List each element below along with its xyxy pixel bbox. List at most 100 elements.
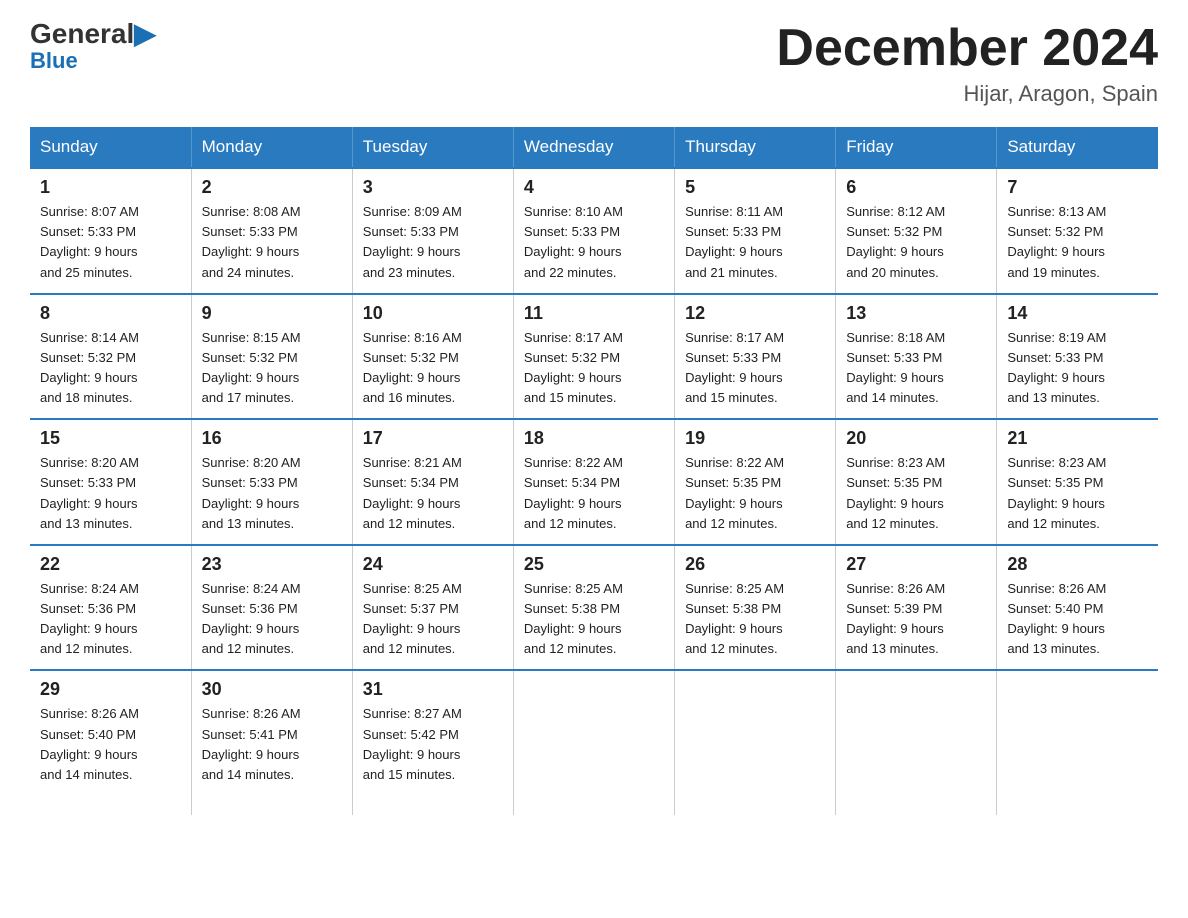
day-number: 24	[363, 554, 503, 575]
day-number: 6	[846, 177, 986, 198]
day-number: 22	[40, 554, 181, 575]
day-number: 30	[202, 679, 342, 700]
calendar-week-2: 8 Sunrise: 8:14 AMSunset: 5:32 PMDaylight…	[30, 294, 1158, 420]
day-info: Sunrise: 8:23 AMSunset: 5:35 PMDaylight:…	[1007, 453, 1148, 534]
day-info: Sunrise: 8:27 AMSunset: 5:42 PMDaylight:…	[363, 704, 503, 785]
day-info: Sunrise: 8:23 AMSunset: 5:35 PMDaylight:…	[846, 453, 986, 534]
day-info: Sunrise: 8:20 AMSunset: 5:33 PMDaylight:…	[40, 453, 181, 534]
calendar-cell: 21 Sunrise: 8:23 AMSunset: 5:35 PMDayligh…	[997, 419, 1158, 545]
day-info: Sunrise: 8:17 AMSunset: 5:32 PMDaylight:…	[524, 328, 664, 409]
day-number: 4	[524, 177, 664, 198]
weekday-header-row: SundayMondayTuesdayWednesdayThursdayFrid…	[30, 127, 1158, 168]
weekday-header-tuesday: Tuesday	[352, 127, 513, 168]
calendar-cell: 7 Sunrise: 8:13 AMSunset: 5:32 PMDaylight…	[997, 168, 1158, 294]
calendar-cell	[513, 670, 674, 815]
calendar-cell: 28 Sunrise: 8:26 AMSunset: 5:40 PMDayligh…	[997, 545, 1158, 671]
weekday-header-friday: Friday	[836, 127, 997, 168]
calendar-cell: 10Sunrise: 8:16 AMSunset: 5:32 PMDayligh…	[352, 294, 513, 420]
day-number: 2	[202, 177, 342, 198]
logo-general: General▶	[30, 20, 156, 48]
title-section: December 2024 Hijar, Aragon, Spain	[776, 20, 1158, 107]
day-number: 23	[202, 554, 342, 575]
calendar-cell: 22 Sunrise: 8:24 AMSunset: 5:36 PMDayligh…	[30, 545, 191, 671]
day-info: Sunrise: 8:26 AMSunset: 5:40 PMDaylight:…	[1007, 579, 1148, 660]
day-info: Sunrise: 8:25 AMSunset: 5:38 PMDaylight:…	[524, 579, 664, 660]
day-number: 20	[846, 428, 986, 449]
day-number: 18	[524, 428, 664, 449]
day-info: Sunrise: 8:12 AMSunset: 5:32 PMDaylight:…	[846, 202, 986, 283]
calendar-cell: 6 Sunrise: 8:12 AMSunset: 5:32 PMDaylight…	[836, 168, 997, 294]
calendar-cell: 14Sunrise: 8:19 AMSunset: 5:33 PMDayligh…	[997, 294, 1158, 420]
logo-blue: Blue	[30, 48, 78, 74]
weekday-header-sunday: Sunday	[30, 127, 191, 168]
day-info: Sunrise: 8:21 AMSunset: 5:34 PMDaylight:…	[363, 453, 503, 534]
day-number: 16	[202, 428, 342, 449]
calendar-cell	[997, 670, 1158, 815]
day-number: 15	[40, 428, 181, 449]
day-number: 27	[846, 554, 986, 575]
day-info: Sunrise: 8:11 AMSunset: 5:33 PMDaylight:…	[685, 202, 825, 283]
calendar-cell: 16Sunrise: 8:20 AMSunset: 5:33 PMDayligh…	[191, 419, 352, 545]
calendar-cell: 9Sunrise: 8:15 AMSunset: 5:32 PMDaylight…	[191, 294, 352, 420]
calendar-cell: 2 Sunrise: 8:08 AMSunset: 5:33 PMDaylight…	[191, 168, 352, 294]
day-info: Sunrise: 8:10 AMSunset: 5:33 PMDaylight:…	[524, 202, 664, 283]
day-number: 26	[685, 554, 825, 575]
day-info: Sunrise: 8:17 AMSunset: 5:33 PMDaylight:…	[685, 328, 825, 409]
day-info: Sunrise: 8:26 AMSunset: 5:39 PMDaylight:…	[846, 579, 986, 660]
day-info: Sunrise: 8:16 AMSunset: 5:32 PMDaylight:…	[363, 328, 503, 409]
calendar-cell: 15 Sunrise: 8:20 AMSunset: 5:33 PMDayligh…	[30, 419, 191, 545]
day-number: 14	[1007, 303, 1148, 324]
day-info: Sunrise: 8:18 AMSunset: 5:33 PMDaylight:…	[846, 328, 986, 409]
calendar-cell: 11 Sunrise: 8:17 AMSunset: 5:32 PMDayligh…	[513, 294, 674, 420]
calendar-cell: 4 Sunrise: 8:10 AMSunset: 5:33 PMDaylight…	[513, 168, 674, 294]
weekday-header-monday: Monday	[191, 127, 352, 168]
calendar-cell	[836, 670, 997, 815]
calendar-cell: 19Sunrise: 8:22 AMSunset: 5:35 PMDayligh…	[675, 419, 836, 545]
day-number: 31	[363, 679, 503, 700]
weekday-header-saturday: Saturday	[997, 127, 1158, 168]
calendar-cell: 1 Sunrise: 8:07 AMSunset: 5:33 PMDaylight…	[30, 168, 191, 294]
calendar-cell: 29 Sunrise: 8:26 AMSunset: 5:40 PMDayligh…	[30, 670, 191, 815]
calendar-cell: 20 Sunrise: 8:23 AMSunset: 5:35 PMDayligh…	[836, 419, 997, 545]
calendar-cell: 12 Sunrise: 8:17 AMSunset: 5:33 PMDayligh…	[675, 294, 836, 420]
day-info: Sunrise: 8:09 AMSunset: 5:33 PMDaylight:…	[363, 202, 503, 283]
calendar-cell: 13 Sunrise: 8:18 AMSunset: 5:33 PMDayligh…	[836, 294, 997, 420]
day-info: Sunrise: 8:26 AMSunset: 5:40 PMDaylight:…	[40, 704, 181, 785]
day-info: Sunrise: 8:24 AMSunset: 5:36 PMDaylight:…	[202, 579, 342, 660]
month-title: December 2024	[776, 20, 1158, 77]
calendar-cell: 27 Sunrise: 8:26 AMSunset: 5:39 PMDayligh…	[836, 545, 997, 671]
day-number: 8	[40, 303, 181, 324]
day-number: 25	[524, 554, 664, 575]
day-number: 21	[1007, 428, 1148, 449]
day-number: 19	[685, 428, 825, 449]
day-info: Sunrise: 8:22 AMSunset: 5:34 PMDaylight:…	[524, 453, 664, 534]
day-number: 1	[40, 177, 181, 198]
calendar-cell: 18 Sunrise: 8:22 AMSunset: 5:34 PMDayligh…	[513, 419, 674, 545]
logo-arrow: ▶	[134, 18, 156, 49]
day-info: Sunrise: 8:08 AMSunset: 5:33 PMDaylight:…	[202, 202, 342, 283]
day-number: 7	[1007, 177, 1148, 198]
day-info: Sunrise: 8:14 AMSunset: 5:32 PMDaylight:…	[40, 328, 181, 409]
weekday-header-thursday: Thursday	[675, 127, 836, 168]
calendar-cell: 25 Sunrise: 8:25 AMSunset: 5:38 PMDayligh…	[513, 545, 674, 671]
calendar-cell: 3Sunrise: 8:09 AMSunset: 5:33 PMDaylight…	[352, 168, 513, 294]
calendar-table: SundayMondayTuesdayWednesdayThursdayFrid…	[30, 127, 1158, 815]
day-info: Sunrise: 8:24 AMSunset: 5:36 PMDaylight:…	[40, 579, 181, 660]
calendar-week-4: 22 Sunrise: 8:24 AMSunset: 5:36 PMDayligh…	[30, 545, 1158, 671]
day-number: 12	[685, 303, 825, 324]
logo: General▶ Blue	[30, 20, 156, 74]
day-number: 29	[40, 679, 181, 700]
day-info: Sunrise: 8:26 AMSunset: 5:41 PMDaylight:…	[202, 704, 342, 785]
day-info: Sunrise: 8:13 AMSunset: 5:32 PMDaylight:…	[1007, 202, 1148, 283]
calendar-cell: 23 Sunrise: 8:24 AMSunset: 5:36 PMDayligh…	[191, 545, 352, 671]
page-header: General▶ Blue December 2024 Hijar, Arago…	[30, 20, 1158, 107]
calendar-cell: 30 Sunrise: 8:26 AMSunset: 5:41 PMDayligh…	[191, 670, 352, 815]
calendar-cell: 26Sunrise: 8:25 AMSunset: 5:38 PMDayligh…	[675, 545, 836, 671]
weekday-header-wednesday: Wednesday	[513, 127, 674, 168]
day-number: 13	[846, 303, 986, 324]
day-number: 11	[524, 303, 664, 324]
day-number: 28	[1007, 554, 1148, 575]
calendar-week-1: 1 Sunrise: 8:07 AMSunset: 5:33 PMDaylight…	[30, 168, 1158, 294]
day-info: Sunrise: 8:07 AMSunset: 5:33 PMDaylight:…	[40, 202, 181, 283]
day-number: 9	[202, 303, 342, 324]
